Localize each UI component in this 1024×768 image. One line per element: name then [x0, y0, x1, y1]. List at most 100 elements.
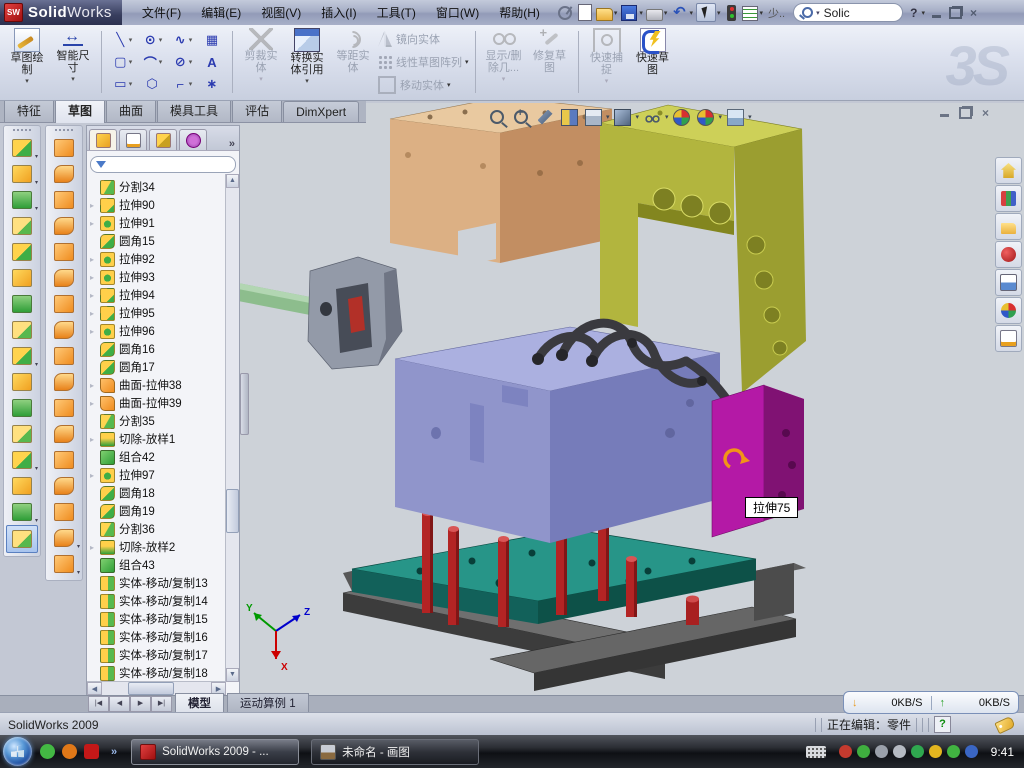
view-settings-button[interactable] — [723, 106, 747, 128]
shell-button[interactable] — [7, 239, 37, 265]
tree-item[interactable]: 实体-移动/复制15 — [87, 610, 226, 628]
dropdown-caret-icon[interactable]: ▾ — [719, 113, 723, 121]
dropdown-caret-icon[interactable]: ▾ — [77, 543, 80, 550]
toolbox-tab[interactable] — [995, 241, 1022, 268]
model-cavity-block[interactable] — [395, 327, 749, 543]
tree-item[interactable]: 分割36 — [87, 520, 226, 538]
doc-tab-model[interactable]: 模型 — [175, 693, 224, 713]
dropdown-caret-icon[interactable]: ▾ — [189, 80, 193, 88]
dropdown-caret-icon[interactable]: ▾ — [159, 58, 163, 66]
solidworks-resources-tab[interactable] — [995, 157, 1022, 184]
circle-button[interactable]: ⊙▾ — [137, 32, 167, 48]
dimxpertmanager-tab[interactable] — [179, 129, 207, 150]
dome-button[interactable] — [7, 317, 37, 343]
lofted-surface-button[interactable] — [49, 213, 79, 239]
linear-pattern-button[interactable]: ▾ — [7, 343, 37, 369]
expand-arrow-icon[interactable]: ▸ — [90, 219, 100, 228]
expand-arrow-icon[interactable]: ▸ — [90, 291, 100, 300]
planar-surface-button[interactable] — [49, 291, 79, 317]
dropdown-caret-icon[interactable]: ▾ — [189, 36, 193, 44]
instant3d-button[interactable] — [6, 525, 38, 553]
expand-arrow-icon[interactable]: ▸ — [90, 309, 100, 318]
rectangle-button[interactable]: ▢▾ — [107, 54, 137, 70]
apply-scene-button[interactable] — [694, 106, 718, 128]
tree-item[interactable]: ▸拉伸96 — [87, 322, 226, 340]
dropdown-caret-icon[interactable]: ▾ — [129, 80, 133, 88]
tree-item[interactable]: ▸拉伸90 — [87, 196, 226, 214]
dropdown-caret-icon[interactable]: ▾ — [305, 77, 309, 85]
section-view-button[interactable] — [557, 106, 581, 128]
taskbar-window-solidworks[interactable]: SolidWorks 2009 - ... — [131, 739, 299, 765]
tree-item[interactable]: ▸切除-放样1 — [87, 430, 226, 448]
dropdown-caret-icon[interactable]: ▾ — [159, 36, 163, 44]
input-method-icon[interactable] — [806, 746, 826, 758]
save-icon[interactable] — [621, 5, 637, 21]
view-palette-tab[interactable] — [995, 269, 1022, 296]
toolbar-grip[interactable] — [54, 128, 74, 132]
boundary-surface-button[interactable] — [49, 239, 79, 265]
volume-icon[interactable] — [893, 745, 906, 758]
model-sprue-assembly[interactable] — [240, 257, 402, 369]
tab-nav-0[interactable]: |◀ — [88, 696, 109, 712]
tree-item[interactable]: 分割34 — [87, 178, 226, 196]
undo-icon[interactable]: ↶ — [670, 4, 688, 22]
doc-tab-motion[interactable]: 运动算例 1 — [227, 693, 309, 713]
panel-splitter[interactable] — [240, 373, 249, 435]
doc-restore-button[interactable] — [959, 107, 972, 119]
extrude-boss-button[interactable]: ▾ — [7, 135, 37, 161]
custom-properties-tab[interactable] — [995, 325, 1022, 352]
scroll-left-icon[interactable]: ◀ — [87, 682, 102, 695]
surface-spline-button[interactable]: ▾ — [49, 551, 79, 577]
dropdown-caret-icon[interactable]: ▾ — [35, 465, 38, 472]
surface-point-button[interactable]: ▾ — [49, 525, 79, 551]
start-button[interactable] — [3, 737, 32, 766]
tree-item[interactable]: ▸拉伸94 — [87, 286, 226, 304]
dropdown-caret-icon[interactable]: ▾ — [447, 81, 451, 89]
scroll-thumb[interactable] — [226, 489, 239, 533]
taskbar-window-paint[interactable]: 未命名 - 画图 — [311, 739, 479, 765]
gear-check-icon[interactable] — [875, 745, 888, 758]
point-button[interactable]: ∗ — [197, 76, 227, 92]
hide-show-items-button[interactable] — [640, 106, 664, 128]
dropdown-caret-icon[interactable]: ▾ — [664, 9, 668, 17]
expand-arrow-icon[interactable]: ▸ — [90, 399, 100, 408]
messenger-icon[interactable] — [40, 744, 55, 759]
dropdown-caret-icon[interactable]: ▾ — [636, 113, 640, 121]
extend-surface-button[interactable] — [49, 473, 79, 499]
zoom-area-button[interactable] — [509, 106, 533, 128]
dropdown-caret-icon[interactable]: ▾ — [129, 36, 133, 44]
tree-item[interactable]: 分割35 — [87, 412, 226, 430]
filled-surface-button[interactable] — [49, 343, 79, 369]
help-button[interactable]: ? — [907, 6, 920, 20]
search-scope-caret-icon[interactable]: ▾ — [816, 9, 820, 17]
rebuild-traffic-light-icon[interactable] — [727, 5, 736, 21]
menu-edit[interactable]: 编辑(E) — [191, 0, 251, 25]
wrap-button[interactable] — [7, 291, 37, 317]
solidworks-launcher-icon[interactable] — [84, 744, 99, 759]
expand-arrow-icon[interactable]: ▸ — [90, 435, 100, 444]
antivirus-shield-icon[interactable] — [839, 745, 852, 758]
dropdown-caret-icon[interactable]: ▾ — [606, 113, 610, 121]
sketch-fillet-button[interactable]: ⌐▾ — [167, 77, 197, 92]
configurationmanager-tab[interactable] — [149, 129, 177, 150]
draft-button[interactable] — [7, 265, 37, 291]
tree-item[interactable]: 圆角15 — [87, 232, 226, 250]
sketch-draw-button[interactable]: 草图绘制▾ — [4, 27, 50, 97]
arc-button[interactable]: ⌒▾ — [137, 53, 167, 72]
expand-arrow-icon[interactable]: ▸ — [90, 255, 100, 264]
tree-item[interactable]: ▸曲面-拉伸38 — [87, 376, 226, 394]
security-shield-icon[interactable] — [857, 745, 870, 758]
dropdown-caret-icon[interactable]: ▾ — [189, 58, 193, 66]
replace-face-button[interactable] — [49, 395, 79, 421]
dropdown-caret-icon[interactable]: ▾ — [717, 9, 721, 17]
menu-view[interactable]: 视图(V) — [251, 0, 311, 25]
menu-insert[interactable]: 插入(I) — [311, 0, 366, 25]
tree-item[interactable]: 圆角18 — [87, 484, 226, 502]
dropdown-caret-icon[interactable]: ▾ — [35, 153, 38, 160]
doc-minimize-button[interactable] — [940, 114, 949, 117]
toolbar-grip[interactable] — [12, 128, 32, 132]
close-button[interactable]: × — [970, 7, 977, 19]
browser-ball-icon[interactable] — [62, 744, 77, 759]
tree-item[interactable]: 组合42 — [87, 448, 226, 466]
expand-arrow-icon[interactable]: ▸ — [90, 327, 100, 336]
